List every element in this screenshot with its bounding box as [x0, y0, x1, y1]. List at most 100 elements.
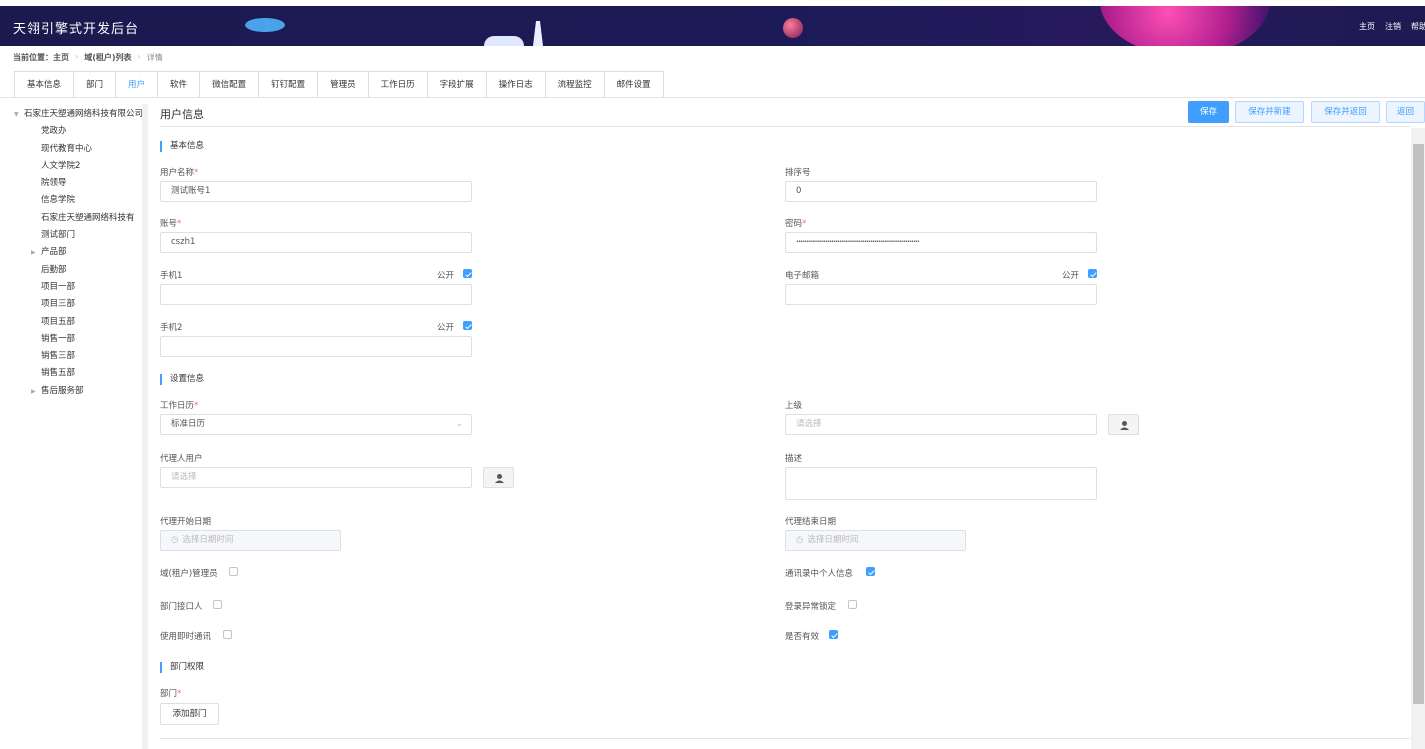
help-link[interactable]: 帮助 — [1411, 21, 1425, 32]
tree-item-label: 现代教育中心 — [41, 143, 93, 154]
tab-software[interactable]: 软件 — [158, 71, 201, 97]
contacts-info-checkbox[interactable] — [866, 567, 875, 576]
tab-department[interactable]: 部门 — [74, 71, 117, 97]
section-dept-permission: 部门权限 — [160, 662, 204, 673]
superior-input[interactable]: 请选择 — [785, 414, 1097, 435]
caret-down-icon[interactable]: ▼ — [14, 106, 24, 123]
save-and-new-button[interactable]: 保存并新建 — [1235, 101, 1304, 123]
department-label-text: 部门 — [160, 689, 178, 699]
proxy-user-picker-button[interactable] — [483, 467, 514, 488]
tree-item[interactable]: 测试部门 — [14, 227, 142, 244]
tab-operation-log[interactable]: 操作日志 — [486, 71, 546, 97]
mobile1-input[interactable] — [160, 284, 472, 305]
tree-item[interactable]: 人文学院2 — [14, 158, 142, 175]
clock-icon: ◷ — [171, 535, 179, 545]
breadcrumb-detail: 详情 — [146, 53, 163, 62]
mobile2-public-checkbox[interactable] — [463, 321, 472, 330]
add-department-button[interactable]: 添加部门 — [160, 703, 219, 725]
required-mark: * — [194, 168, 199, 178]
username-label: 用户名称* — [160, 166, 198, 178]
breadcrumb: 当前位置： 主页 › 域(租户)列表 › 详情 — [13, 52, 163, 63]
caret-right-icon[interactable]: ▶ — [31, 244, 41, 261]
tree-root[interactable]: ▼ 石家庄天塑通网络科技有限公司 — [14, 106, 142, 123]
tree-item[interactable]: 销售一部 — [14, 331, 142, 348]
breadcrumb-domain-list[interactable]: 域(租户)列表 — [84, 52, 131, 63]
tree-root-label: 石家庄天塑通网络科技有限公司 — [24, 109, 142, 119]
valid-checkbox[interactable] — [829, 630, 838, 639]
tree-item[interactable]: 现代教育中心 — [14, 141, 142, 158]
account-label: 账号* — [160, 217, 181, 229]
large-planet-icon — [1100, 6, 1270, 46]
bottom-divider — [160, 738, 1410, 739]
page-title: 用户信息 — [160, 108, 204, 121]
password-input[interactable]: ••••••••••••••••••••••••••••••••••••••••… — [785, 232, 1097, 253]
tree-item[interactable]: 党政办 — [14, 123, 142, 140]
tree-item[interactable]: 销售五部 — [14, 365, 142, 382]
required-mark: * — [194, 401, 199, 411]
scrollbar-thumb[interactable] — [1413, 144, 1424, 704]
description-label: 描述 — [785, 454, 803, 464]
tree-item[interactable]: 院领导 — [14, 175, 142, 192]
caret-right-icon[interactable]: ▶ — [31, 383, 41, 400]
tab-basic-info[interactable]: 基本信息 — [15, 71, 75, 97]
tree-item-label: 销售三部 — [41, 351, 76, 362]
description-textarea[interactable] — [785, 467, 1097, 500]
tab-wechat-config[interactable]: 微信配置 — [200, 71, 260, 97]
instant-msg-checkbox[interactable] — [223, 630, 232, 639]
tab-user[interactable]: 用户 — [116, 71, 159, 97]
dept-interface-label: 部门接口人 — [160, 602, 203, 612]
dept-interface-checkbox[interactable] — [213, 600, 222, 609]
section-settings-info: 设置信息 — [160, 374, 204, 385]
app-title: 天翎引擎式开发后台 — [13, 22, 140, 37]
proxy-end-label: 代理结束日期 — [785, 517, 837, 527]
tree-item-label: 测试部门 — [41, 230, 76, 241]
save-button[interactable]: 保存 — [1188, 101, 1229, 123]
mobile1-public-label: 公开 — [437, 271, 455, 281]
email-public-label: 公开 — [1062, 271, 1080, 281]
tree-item[interactable]: ▶ 售后服务部 — [14, 383, 142, 400]
instant-msg-label: 使用即时通讯 — [160, 632, 212, 642]
domain-admin-checkbox[interactable] — [229, 567, 238, 576]
clock-icon: ◷ — [796, 535, 804, 545]
tree-item[interactable]: 石家庄天塑通网络科技有 — [14, 210, 142, 227]
tree-item-label: 人文学院2 — [41, 160, 81, 171]
breadcrumb-separator: › — [137, 52, 141, 61]
sort-input[interactable]: 0 — [785, 181, 1097, 202]
mobile1-public-checkbox[interactable] — [463, 269, 472, 278]
superior-picker-button[interactable] — [1108, 414, 1139, 435]
calendar-select[interactable]: 标准日历 ⌄ — [160, 414, 472, 435]
home-link[interactable]: 主页 — [1359, 21, 1375, 32]
account-input[interactable]: cszh1 — [160, 232, 472, 253]
username-input[interactable]: 测试账号1 — [160, 181, 472, 202]
email-input[interactable] — [785, 284, 1097, 305]
tree-item[interactable]: 项目五部 — [14, 314, 142, 331]
tab-dingtalk-config[interactable]: 钉钉配置 — [259, 71, 319, 97]
tree-item[interactable]: 信息学院 — [14, 192, 142, 209]
breadcrumb-label: 当前位置： — [13, 53, 53, 62]
password-label: 密码* — [785, 217, 806, 229]
logout-link[interactable]: 注销 — [1385, 21, 1401, 32]
tree-item[interactable]: ▶ 产品部 — [14, 244, 142, 261]
mobile1-label: 手机1 — [160, 271, 183, 281]
proxy-user-input[interactable]: 请选择 — [160, 467, 472, 488]
tab-admin[interactable]: 管理员 — [318, 71, 369, 97]
tab-mail-settings[interactable]: 邮件设置 — [604, 71, 664, 97]
tree-item[interactable]: 后勤部 — [14, 262, 142, 279]
breadcrumb-separator: › — [75, 52, 79, 61]
mobile2-input[interactable] — [160, 336, 472, 357]
panel-splitter[interactable] — [142, 104, 148, 749]
tree-item[interactable]: 项目三部 — [14, 296, 142, 313]
breadcrumb-home[interactable]: 主页 — [53, 52, 69, 63]
user-icon — [1120, 421, 1129, 430]
tab-flow-monitor[interactable]: 流程监控 — [545, 71, 605, 97]
proxy-start-date-picker[interactable]: ◷ 选择日期时间 — [160, 530, 341, 551]
tab-field-extension[interactable]: 字段扩展 — [427, 71, 487, 97]
tree-item[interactable]: 销售三部 — [14, 348, 142, 365]
login-lock-checkbox[interactable] — [848, 600, 857, 609]
back-button[interactable]: 返回 — [1386, 101, 1425, 123]
tree-item[interactable]: 项目一部 — [14, 279, 142, 296]
proxy-end-date-picker[interactable]: ◷ 选择日期时间 — [785, 530, 966, 551]
save-and-back-button[interactable]: 保存并返回 — [1311, 101, 1380, 123]
email-public-checkbox[interactable] — [1088, 269, 1097, 278]
tab-work-calendar[interactable]: 工作日历 — [368, 71, 428, 97]
